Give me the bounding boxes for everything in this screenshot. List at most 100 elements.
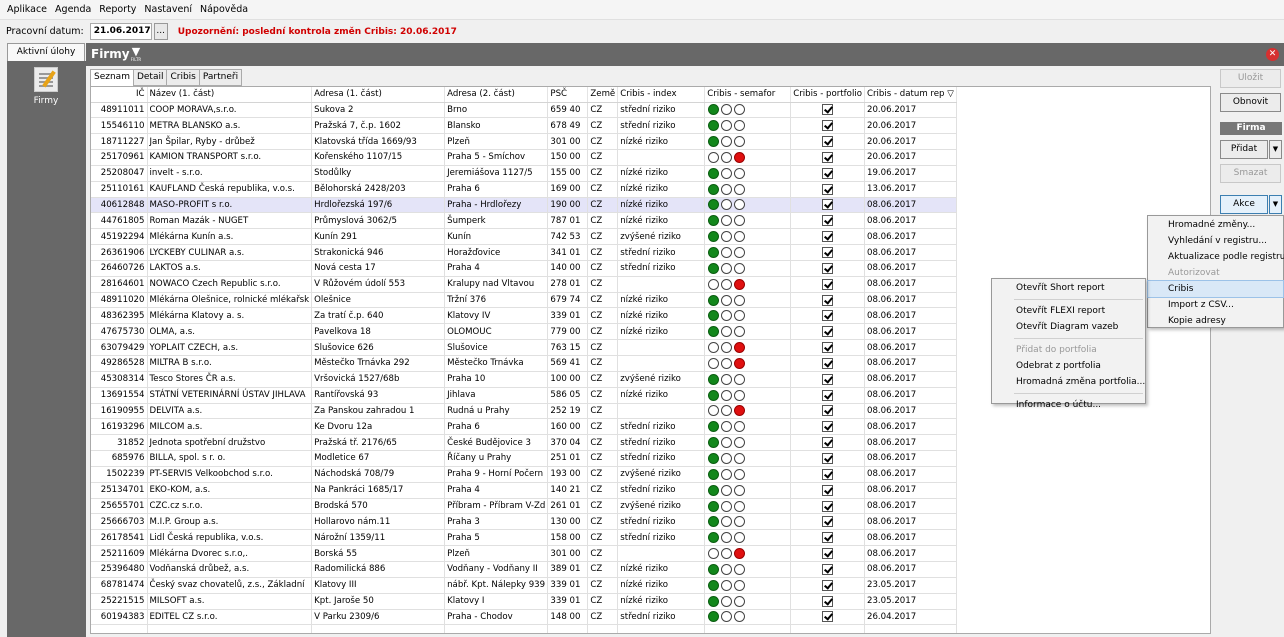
table-row[interactable]: 48911020 Mlékárna Olešnice, rolnické mlék… — [91, 292, 957, 309]
portfolio-checkbox[interactable] — [822, 452, 834, 464]
portfolio-checkbox[interactable] — [822, 326, 834, 338]
table-row[interactable]: 16190955 DELVITA a.s. Za Panskou zahradou … — [91, 403, 957, 420]
table-row[interactable]: 44761805 Roman Mazák - NUGET Průmyslová 30… — [91, 212, 957, 230]
module-firmy[interactable]: Firmy — [31, 67, 61, 106]
refresh-button[interactable]: Obnovit — [1220, 93, 1281, 112]
menu-item[interactable]: Otevřít Diagram vazeb — [992, 319, 1145, 335]
table-row[interactable]: 40612848 MASO-PROFIT s r.o. Hrdlořezská 19… — [91, 197, 957, 214]
portfolio-checkbox[interactable] — [822, 294, 834, 306]
menu-item[interactable]: Otevřít FLEXI report — [992, 303, 1145, 319]
col-psc[interactable]: PSČ — [547, 87, 589, 103]
col-name[interactable]: Název (1. část) — [147, 87, 313, 103]
menu-napoveda[interactable]: Nápověda — [196, 4, 252, 15]
menu-reporty[interactable]: Reporty — [95, 4, 140, 15]
table-row[interactable]: 48911011 COOP MORAVA,s.r.o. Sukova 2 Brno 65… — [91, 102, 957, 119]
actions-button[interactable]: Akce — [1220, 195, 1268, 214]
col-cribis-semafor[interactable]: Cribis - semafor — [704, 87, 792, 103]
menu-item[interactable]: Otevřít Short report — [992, 280, 1145, 296]
col-country[interactable]: Země — [587, 87, 619, 103]
table-row[interactable]: 25666703 M.I.P. Group a.s. Hollarovo nám.1… — [91, 513, 957, 531]
col-cribis-portfolio[interactable]: Cribis - portfolio — [790, 87, 865, 103]
table-row[interactable]: 28164601 NOWACO Czech Republic s.r.o. V Rů… — [91, 276, 957, 293]
table-row[interactable]: 26460726 LAKTOS a.s. Nová cesta 17 Praha 41… — [91, 260, 957, 277]
save-button[interactable]: Uložit — [1220, 69, 1281, 88]
portfolio-checkbox[interactable] — [822, 262, 834, 274]
portfolio-checkbox[interactable] — [822, 357, 834, 369]
portfolio-checkbox[interactable] — [822, 167, 834, 179]
portfolio-checkbox[interactable] — [822, 104, 834, 116]
table-row[interactable]: 45308314 Tesco Stores ČR a.s. Vršovická 15… — [91, 371, 957, 388]
table-row[interactable]: 25221515 MILSOFT a.s. Kpt. Jaroše 50 Klatov… — [91, 593, 957, 610]
portfolio-checkbox[interactable] — [822, 310, 834, 322]
menu-item[interactable]: Cribis — [1147, 280, 1284, 298]
menu-item[interactable]: Kopie adresy — [1148, 313, 1283, 329]
table-row[interactable]: 25170961 KAMION TRANSPORT s.r.o. Kořenskéh… — [91, 149, 957, 166]
portfolio-checkbox[interactable] — [822, 136, 834, 148]
portfolio-checkbox[interactable] — [822, 437, 834, 449]
menu-aplikace[interactable]: Aplikace — [3, 4, 51, 15]
table-row[interactable]: 13691554 STÁTNÍ VETERINÁRNÍ ÚSTAV JIHLAVA… — [91, 387, 957, 404]
filter-icon[interactable]: ▼ FILTR — [129, 46, 143, 62]
portfolio-checkbox[interactable] — [822, 484, 834, 496]
portfolio-checkbox[interactable] — [822, 468, 834, 480]
table-row[interactable]: 60194383 EDITEL CZ s.r.o. V Parku 2309/6 Pr… — [91, 609, 957, 626]
portfolio-checkbox[interactable] — [822, 516, 834, 528]
tab-active-tasks[interactable]: Aktivní úlohy — [7, 43, 85, 62]
date-input[interactable]: 21.06.2017 — [89, 23, 152, 40]
date-picker-button[interactable]: ... — [153, 23, 168, 40]
menu-item[interactable]: Import z CSV... — [1148, 297, 1283, 313]
portfolio-checkbox[interactable] — [822, 373, 834, 385]
table-row[interactable]: 25110161 KAUFLAND Česká republika, v.o.s.… — [91, 181, 957, 198]
portfolio-checkbox[interactable] — [822, 342, 834, 354]
menu-item[interactable]: Hromadné změny... — [1148, 217, 1283, 233]
portfolio-checkbox[interactable] — [822, 247, 834, 259]
table-row[interactable]: 48362395 Mlékárna Klatovy a. s. Za tratí č… — [91, 307, 957, 325]
portfolio-checkbox[interactable] — [822, 389, 834, 401]
portfolio-checkbox[interactable] — [822, 215, 834, 227]
add-button[interactable]: Přidat — [1220, 140, 1268, 159]
portfolio-checkbox[interactable] — [822, 278, 834, 290]
table-row[interactable]: 63079429 YOPLAIT CZECH, a.s. Slušovice 626… — [91, 339, 957, 356]
portfolio-checkbox[interactable] — [822, 120, 834, 132]
portfolio-checkbox[interactable] — [822, 579, 834, 591]
delete-button[interactable]: Smazat — [1220, 164, 1281, 183]
portfolio-checkbox[interactable] — [822, 611, 834, 623]
col-cribis-index[interactable]: Cribis - index — [617, 87, 706, 103]
tab-partneri[interactable]: Partneři — [198, 69, 243, 86]
portfolio-checkbox[interactable] — [822, 183, 834, 195]
table-row[interactable]: 18711227 Jan Špilar, Ryby - drůbež Klatovs… — [91, 133, 957, 151]
menu-agenda[interactable]: Agenda — [51, 4, 95, 15]
table-row[interactable]: 47675730 OLMA, a.s. Pavelkova 18 OLOMOUC 779… — [91, 323, 957, 341]
portfolio-checkbox[interactable] — [822, 500, 834, 512]
close-icon[interactable]: ✕ — [1266, 48, 1279, 61]
table-row[interactable]: 25655701 CZC.cz s.r.o. Brodská 570 Příbram … — [91, 498, 957, 515]
tab-detail[interactable]: Detail — [132, 69, 168, 86]
table-row[interactable]: 25396480 Vodňanská drůbež, a.s. Radomilick… — [91, 561, 957, 578]
portfolio-checkbox[interactable] — [822, 199, 834, 211]
portfolio-checkbox[interactable] — [822, 548, 834, 560]
menu-item[interactable]: Odebrat z portfolia — [992, 358, 1145, 374]
portfolio-checkbox[interactable] — [822, 421, 834, 433]
table-row[interactable]: 25134701 EKO-KOM, a.s. Na Pankráci 1685/17… — [91, 482, 957, 499]
table-row[interactable]: 1502239 PT-SERVIS Velkoobchod s.r.o. Nácho… — [91, 466, 957, 483]
col-ic[interactable]: IČ — [91, 87, 148, 103]
table-row[interactable]: 685976 BILLA, spol. s r. o. Modletice 67 Ří… — [91, 450, 957, 467]
table-row[interactable]: 45192294 Mlékárna Kunín a.s. Kunín 291 Kuní… — [91, 228, 957, 246]
menu-item[interactable]: Aktualizace podle registru... — [1148, 249, 1284, 265]
table-row[interactable]: 16193296 MILCOM a.s. Ke Dvoru 12a Praha 6 16… — [91, 418, 957, 436]
table-row[interactable]: 26361906 LYCKEBY CULINAR a.s. Strakonická … — [91, 244, 957, 261]
portfolio-checkbox[interactable] — [822, 595, 834, 607]
portfolio-checkbox[interactable] — [822, 151, 834, 163]
menu-item[interactable]: Hromadná změna portfolia... — [992, 374, 1145, 390]
table-row[interactable]: 26178541 Lidl Česká republika, v.o.s. Náro… — [91, 529, 957, 547]
table-row[interactable]: 15546110 METRA BLANSKO a.s. Pražská 7, č.p… — [91, 117, 957, 135]
table-row[interactable]: 25208047 invelt - s.r.o. Stodůlky Jeremiášo… — [91, 165, 957, 182]
portfolio-checkbox[interactable] — [822, 231, 834, 243]
table-row[interactable]: 31852 Jednota spotřební družstvo Pražská t… — [91, 434, 957, 452]
add-dropdown-icon[interactable]: ▼ — [1269, 140, 1282, 159]
table-row[interactable]: 68781474 Český svaz chovatelů, z.s., Zákl… — [91, 577, 957, 594]
actions-dropdown-icon[interactable]: ▼ — [1269, 195, 1282, 214]
table-row[interactable]: 49286528 MILTRA B s.r.o. Městečko Trnávka … — [91, 355, 957, 372]
table-row[interactable]: 25211609 Mlékárna Dvorec s.r.o,. Borská 55… — [91, 545, 957, 562]
col-address1[interactable]: Adresa (1. část) — [311, 87, 446, 103]
